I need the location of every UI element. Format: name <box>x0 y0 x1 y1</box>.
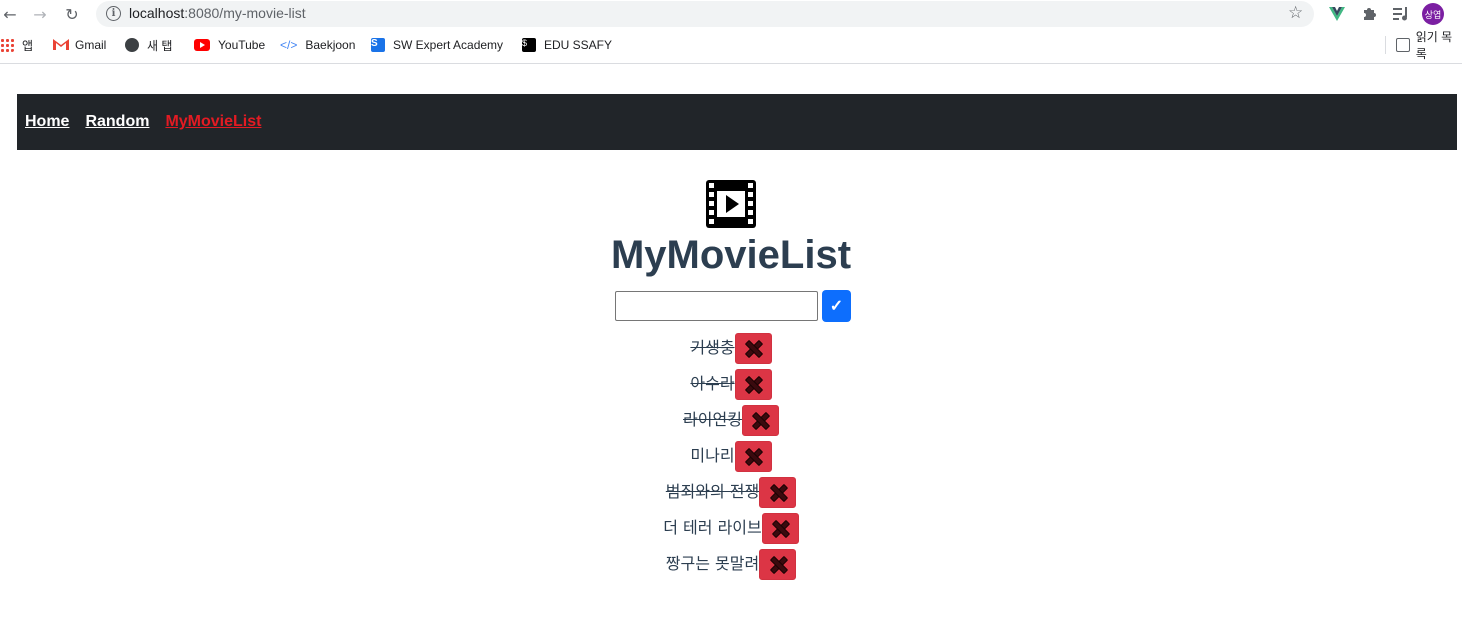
edu-ssafy-icon: $ <box>522 38 536 52</box>
address-bar[interactable]: i localhost:8080/my-movie-list <box>96 1 1314 27</box>
movie-list: 기생충 아수라 라이언킹 미나리 범죄와의 전쟁 더 테러 라이브 짱구는 못말… <box>0 330 1462 582</box>
list-item: 범죄와의 전쟁 <box>0 474 1462 510</box>
url-host: localhost <box>129 5 185 21</box>
list-item: 더 테러 라이브 <box>0 510 1462 546</box>
movie-title[interactable]: 범죄와의 전쟁 <box>666 482 759 502</box>
my-movie-list-page: MyMovieList ✓ 기생충 아수라 라이언킹 미나리 범죄와의 전쟁 더… <box>0 176 1462 582</box>
movie-title[interactable]: 짱구는 못말려 <box>666 554 759 574</box>
delete-button[interactable] <box>759 548 797 580</box>
forward-arrow-icon[interactable]: → <box>30 4 50 24</box>
list-item: 미나리 <box>0 438 1462 474</box>
browser-toolbar: ← → ↻ i localhost:8080/my-movie-list ☆ 상… <box>0 0 1462 28</box>
add-movie-button[interactable]: ✓ <box>822 290 851 322</box>
vue-devtools-icon[interactable] <box>1327 4 1347 24</box>
code-icon: </> <box>280 38 298 52</box>
cross-mark-icon <box>770 556 786 572</box>
bookmark-baekjoon[interactable]: </> Baekjoon <box>280 36 355 54</box>
reload-icon[interactable]: ↻ <box>62 4 82 24</box>
list-item: 아수라 <box>0 366 1462 402</box>
delete-button[interactable] <box>759 476 797 508</box>
bookmark-label: YouTube <box>218 38 266 52</box>
movie-title[interactable]: 기생충 <box>690 338 734 358</box>
bookmark-label: Baekjoon <box>305 38 356 52</box>
cross-mark-icon <box>770 484 786 500</box>
bookmark-label: 새 탭 <box>147 38 173 53</box>
back-arrow-icon[interactable]: ← <box>0 4 20 24</box>
bookmark-label: EDU SSAFY <box>544 38 613 52</box>
swea-icon: S <box>371 38 385 52</box>
movie-title[interactable]: 라이언킹 <box>683 410 742 430</box>
bookmark-label: Gmail <box>75 38 107 52</box>
reading-list[interactable]: 읽기 목록 <box>1396 30 1462 61</box>
url-text[interactable]: localhost:8080/my-movie-list <box>129 5 306 21</box>
film-icon <box>706 180 756 228</box>
cross-mark-icon <box>745 448 761 464</box>
delete-button[interactable] <box>741 404 779 436</box>
delete-button[interactable] <box>734 332 772 364</box>
delete-button[interactable] <box>734 440 772 472</box>
cross-mark-icon <box>745 340 761 356</box>
url-path: :8080/my-movie-list <box>184 5 306 21</box>
bookmark-new-tab[interactable]: 새 탭 <box>125 36 172 54</box>
movie-title[interactable]: 미나리 <box>690 446 734 466</box>
bookmark-label: 앱 <box>22 38 34 53</box>
profile-avatar[interactable]: 상엽 <box>1422 3 1444 25</box>
bookmark-gmail[interactable]: Gmail <box>53 36 106 54</box>
globe-icon <box>125 38 139 52</box>
gmail-icon <box>53 38 69 52</box>
reading-list-icon <box>1396 38 1410 52</box>
bookmark-apps[interactable]: 앱 <box>0 36 33 54</box>
reading-list-label: 읽기 목록 <box>1415 30 1453 61</box>
movie-title[interactable]: 아수라 <box>690 374 734 394</box>
nav-my-movie-list-link[interactable]: MyMovieList <box>165 113 261 131</box>
nav-home-link[interactable]: Home <box>25 113 69 131</box>
add-movie-form: ✓ <box>0 290 1462 322</box>
cross-mark-icon <box>772 520 788 536</box>
movie-title-input[interactable] <box>615 291 818 321</box>
app-navbar: Home Random MyMovieList <box>17 94 1457 150</box>
list-item: 라이언킹 <box>0 402 1462 438</box>
bookmarks-bar: 앱 Gmail 새 탭 YouTube </> Baekjoon S SW Ex… <box>0 30 1462 60</box>
extensions-puzzle-icon[interactable] <box>1359 4 1379 24</box>
info-icon[interactable]: i <box>106 6 121 21</box>
bookmark-edu-ssafy[interactable]: $ EDU SSAFY <box>522 36 612 54</box>
bookmark-label: SW Expert Academy <box>393 38 504 52</box>
nav-random-link[interactable]: Random <box>85 113 149 131</box>
bookmark-swea[interactable]: S SW Expert Academy <box>371 36 503 54</box>
delete-button[interactable] <box>734 368 772 400</box>
cross-mark-icon <box>745 376 761 392</box>
delete-button[interactable] <box>761 512 799 544</box>
bookmark-youtube[interactable]: YouTube <box>194 36 265 54</box>
cross-mark-icon <box>752 412 768 428</box>
list-item: 짱구는 못말려 <box>0 546 1462 582</box>
media-queue-icon[interactable] <box>1391 4 1411 24</box>
apps-icon <box>0 38 14 52</box>
toolbar-divider <box>0 63 1462 64</box>
bookmarks-divider <box>1385 36 1386 54</box>
page-title: MyMovieList <box>610 233 852 277</box>
bookmark-star-icon[interactable]: ☆ <box>1288 3 1303 23</box>
movie-title[interactable]: 더 테러 라이브 <box>663 518 762 538</box>
youtube-icon <box>194 39 210 51</box>
list-item: 기생충 <box>0 330 1462 366</box>
